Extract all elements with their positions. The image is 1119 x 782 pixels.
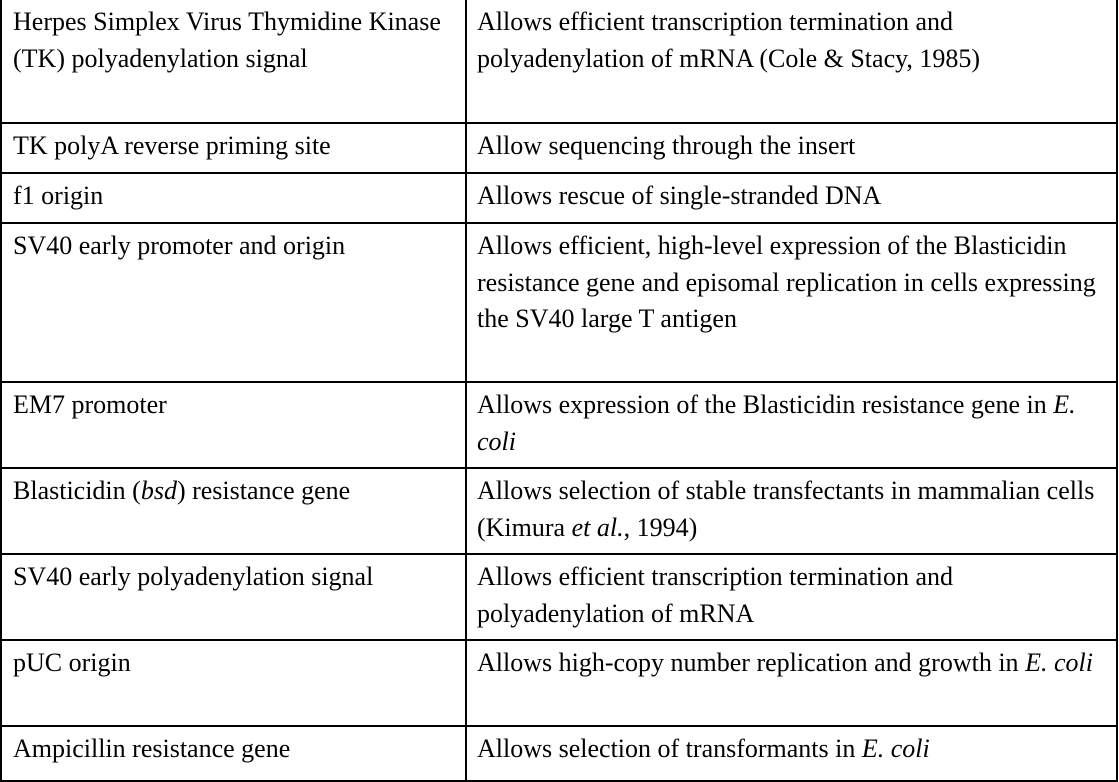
- cell-text: Allows efficient, high-level expression …: [477, 231, 1096, 333]
- cell-text: SV40 early promoter and origin: [13, 231, 346, 260]
- features-table: Herpes Simplex Virus Thymidine Kinase (T…: [0, 0, 1118, 782]
- feature-cell: f1 origin: [0, 172, 467, 224]
- benefit-cell: Allows selection of stable transfectants…: [465, 467, 1118, 555]
- italic-text: E. coli: [861, 734, 930, 763]
- feature-cell: Herpes Simplex Virus Thymidine Kinase (T…: [0, 0, 467, 124]
- benefit-cell: Allows high-copy number replication and …: [465, 639, 1118, 727]
- italic-text: et al.: [571, 512, 624, 542]
- cell-text: TK polyA reverse priming site: [13, 131, 331, 160]
- table-row: EM7 promoter Allows expression of the Bla…: [0, 381, 1118, 469]
- feature-cell: pUC origin: [0, 639, 467, 727]
- benefit-cell: Allows efficient transcription terminati…: [465, 0, 1118, 124]
- table-row: pUC origin Allows high-copy number replic…: [0, 639, 1118, 727]
- cell-text: pUC origin: [13, 648, 131, 677]
- benefit-cell: Allows expression of the Blasticidin res…: [465, 381, 1118, 469]
- feature-cell: SV40 early promoter and origin: [0, 222, 467, 383]
- cell-text: , 1994): [623, 512, 698, 542]
- table-row: Ampicillin resistance gene Allows selecti…: [0, 725, 1118, 782]
- features-table-body: Herpes Simplex Virus Thymidine Kinase (T…: [0, 0, 1118, 782]
- cell-text: Allows selection of transformants in: [477, 734, 862, 763]
- cell-text: f1 origin: [13, 181, 104, 210]
- feature-cell: Ampicillin resistance gene: [0, 725, 467, 782]
- cell-text: Allows efficient transcription terminati…: [477, 7, 981, 73]
- table-row: Blasticidin (bsd) resistance gene Allows …: [0, 467, 1118, 555]
- cell-text: ) resistance gene: [176, 476, 351, 505]
- cell-text: Ampicillin resistance gene: [13, 734, 291, 763]
- benefit-cell: Allows rescue of single-stranded DNA: [465, 172, 1118, 224]
- cell-text: Allows high-copy number replication and …: [477, 648, 1026, 677]
- italic-text: E. coli: [1025, 648, 1093, 677]
- table-row: SV40 early polyadenylation signal Allows …: [0, 553, 1118, 641]
- cell-text: Blasticidin (: [13, 476, 141, 505]
- cell-text: Allows rescue of single-stranded DNA: [477, 181, 882, 210]
- benefit-cell: Allow sequencing through the insert: [465, 122, 1118, 174]
- table-row: f1 origin Allows rescue of single-strande…: [0, 172, 1118, 224]
- feature-cell: Blasticidin (bsd) resistance gene: [0, 467, 467, 555]
- cell-text: SV40 early polyadenylation signal: [13, 562, 374, 591]
- benefit-cell: Allows efficient, high-level expression …: [465, 222, 1118, 383]
- cell-text: Allows selection of stable transfectants…: [477, 476, 1095, 542]
- cell-text: Allow sequencing through the insert: [477, 131, 856, 160]
- table-row: TK polyA reverse priming site Allow seque…: [0, 122, 1118, 174]
- cell-text: EM7 promoter: [13, 390, 167, 419]
- cell-text: Allows expression of the Blasticidin res…: [477, 390, 1054, 419]
- feature-cell: TK polyA reverse priming site: [0, 122, 467, 174]
- feature-cell: SV40 early polyadenylation signal: [0, 553, 467, 641]
- table-row: Herpes Simplex Virus Thymidine Kinase (T…: [0, 0, 1118, 124]
- feature-cell: EM7 promoter: [0, 381, 467, 469]
- cell-text: Herpes Simplex Virus Thymidine Kinase (T…: [13, 7, 441, 73]
- benefit-cell: Allows efficient transcription terminati…: [465, 553, 1118, 641]
- table-row: SV40 early promoter and origin Allows eff…: [0, 222, 1118, 383]
- cell-text: Allows efficient transcription terminati…: [477, 562, 954, 628]
- italic-text: bsd: [140, 476, 177, 505]
- benefit-cell: Allows selection of transformants in E. …: [465, 725, 1118, 782]
